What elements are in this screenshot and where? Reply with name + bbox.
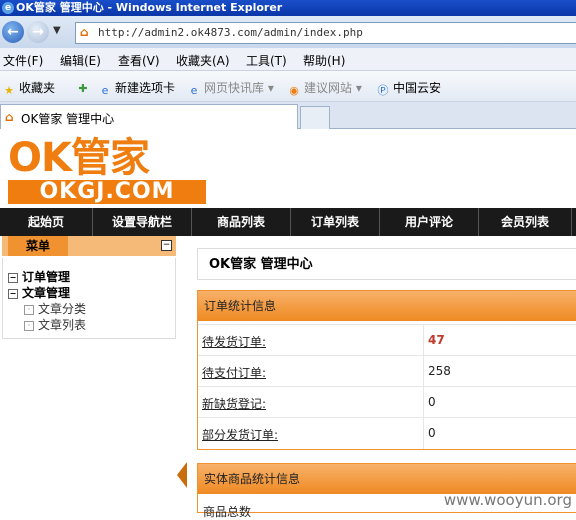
nav-home[interactable]: 起始页 <box>0 208 93 236</box>
logo-text: OK管家 <box>8 135 150 181</box>
fav-item-suggested-sites[interactable]: ◉ 建议网站 ▾ <box>287 79 362 98</box>
stat-label-out-of-stock[interactable]: 新缺货登记: <box>202 395 266 412</box>
fav-item-label: 网页快讯库 <box>204 81 265 95</box>
logo-domain: OKGJ.COM <box>8 180 206 204</box>
stat-label-partial-shipment[interactable]: 部分发货订单: <box>202 426 278 443</box>
sidebar-header: 菜单 − <box>2 236 176 256</box>
order-stats-panel: 订单统计信息 待发货订单: 47 待支付订单: 258 新缺货登记: 0 部分发… <box>197 290 576 450</box>
tree-item-order-mgmt[interactable]: − 订单管理 <box>8 268 70 285</box>
add-favorite-icon[interactable]: ✚ <box>76 79 93 96</box>
fav-item-label: 建议网站 <box>304 81 353 95</box>
collapse-sidebar-arrow-icon[interactable] <box>177 462 187 488</box>
table-row: 新缺货登记: 0 <box>198 386 576 418</box>
stat-value: 0 <box>428 426 436 440</box>
tree-item-article-category[interactable]: · 文章分类 <box>24 300 86 317</box>
stat-value: 258 <box>428 364 451 378</box>
nav-orders[interactable]: 订单列表 <box>291 208 380 236</box>
tree-item-article-list[interactable]: · 文章列表 <box>24 316 86 333</box>
back-button[interactable]: ← <box>2 21 24 43</box>
menu-tools[interactable]: 工具(T) <box>246 52 287 69</box>
panel-heading: 实体商品统计信息 <box>198 464 576 494</box>
forward-button[interactable]: → <box>27 21 49 43</box>
nav-products[interactable]: 商品列表 <box>192 208 291 236</box>
browser-tab-active[interactable]: ⌂ OK管家 管理中心 <box>0 104 298 129</box>
tab-bar: ⌂ OK管家 管理中心 <box>0 102 576 129</box>
window-title: OK管家 管理中心 - Windows Internet Explorer <box>16 1 283 14</box>
page-title: OK管家 管理中心 <box>197 248 576 280</box>
sidebar-title: 菜单 <box>8 236 68 256</box>
nav-reviews[interactable]: 用户评论 <box>380 208 479 236</box>
address-input[interactable]: ⌂ http://admin2.ok4873.com/admin/index.p… <box>75 22 576 44</box>
ie-icon: e <box>101 84 109 97</box>
history-dropdown-icon[interactable]: ▼ <box>53 25 61 36</box>
tree-item-label: 文章分类 <box>38 302 87 316</box>
star-icon: ★ <box>4 84 14 97</box>
menu-edit[interactable]: 编辑(E) <box>60 52 101 69</box>
tree-collapse-icon[interactable]: − <box>8 289 18 299</box>
favorites-label: 收藏夹 <box>19 81 56 95</box>
tree-item-label: 订单管理 <box>22 270 71 284</box>
address-toolbar: ← → ▼ ⌂ http://admin2.ok4873.com/admin/i… <box>0 16 576 48</box>
stat-value: 0 <box>428 395 436 409</box>
stat-label-pending-shipment[interactable]: 待发货订单: <box>202 333 266 350</box>
ie-logo-icon: e <box>2 2 14 14</box>
menu-favorites[interactable]: 收藏夹(A) <box>176 52 230 69</box>
nav-settings[interactable]: 设置导航栏 <box>93 208 192 236</box>
watermark: www.wooyun.org <box>443 491 572 509</box>
fav-item-label: 中国云安 <box>393 81 442 95</box>
page-icon: ⌂ <box>5 110 14 124</box>
menu-help[interactable]: 帮助(H) <box>303 52 345 69</box>
new-tab-button[interactable] <box>300 106 330 129</box>
menu-bar: 文件(F) 编辑(E) 查看(V) 收藏夹(A) 工具(T) 帮助(H) <box>0 48 576 71</box>
fav-item-china-cloud[interactable]: Ⓟ 中国云安 <box>376 79 442 98</box>
tree-item-label: 文章管理 <box>22 286 71 300</box>
favorites-button[interactable]: ★ 收藏夹 <box>2 79 55 98</box>
suggested-sites-icon: ◉ <box>289 84 299 97</box>
tree-collapse-icon[interactable]: − <box>8 273 18 283</box>
tree-item-article-mgmt[interactable]: − 文章管理 <box>8 284 70 301</box>
main-nav: 起始页 设置导航栏 商品列表 订单列表 用户评论 会员列表 <box>0 208 576 236</box>
favorites-bar: ★ 收藏夹 ✚ e 新建选项卡 e 网页快讯库 ▾ ◉ 建议网站 ▾ Ⓟ 中国云安 <box>0 71 576 102</box>
fav-item-label: 新建选项卡 <box>115 81 176 95</box>
fav-item-web-slice[interactable]: e 网页快讯库 ▾ <box>187 79 274 98</box>
nav-members[interactable]: 会员列表 <box>479 208 572 236</box>
panel-heading: 订单统计信息 <box>198 291 576 321</box>
tree-leaf-icon: · <box>24 305 34 315</box>
tree-item-label: 文章列表 <box>38 318 87 332</box>
table-row: 部分发货订单: 0 <box>198 417 576 449</box>
ie-icon: e <box>190 84 198 97</box>
stat-label-total-products[interactable]: 商品总数 <box>203 503 251 520</box>
page-icon: ⌂ <box>80 25 89 39</box>
window-titlebar: e OK管家 管理中心 - Windows Internet Explorer <box>0 0 576 16</box>
menu-view[interactable]: 查看(V) <box>118 52 160 69</box>
stat-value: 47 <box>428 333 445 347</box>
stat-label-pending-payment[interactable]: 待支付订单: <box>202 364 266 381</box>
cloud-icon: Ⓟ <box>377 84 389 97</box>
tab-title: OK管家 管理中心 <box>21 112 115 126</box>
table-row: 待支付订单: 258 <box>198 355 576 387</box>
menu-file[interactable]: 文件(F) <box>3 52 43 69</box>
table-row: 待发货订单: 47 <box>198 324 576 356</box>
fav-item-new-tab[interactable]: e 新建选项卡 <box>98 79 175 98</box>
tree-leaf-icon: · <box>24 321 34 331</box>
address-url: http://admin2.ok4873.com/admin/index.php <box>98 26 363 39</box>
collapse-icon[interactable]: − <box>161 240 172 251</box>
